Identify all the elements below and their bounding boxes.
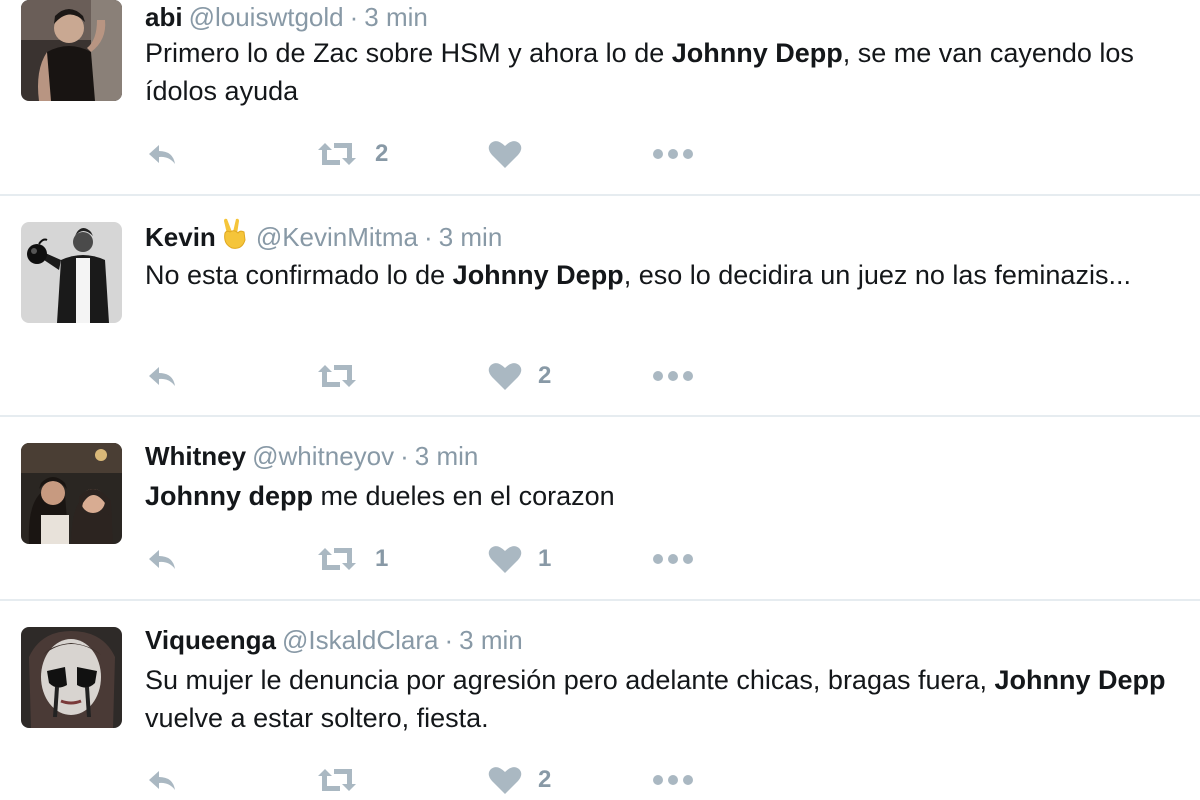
avatar-image [21, 0, 122, 101]
text-part: No esta confirmado lo de [145, 260, 453, 290]
tweet[interactable]: Viqueenga @IskaldClara · 3 min Su mujer le … [0, 601, 1200, 800]
tweet-header: abi @louiswtgold · 3 min [145, 0, 428, 34]
heart-icon [488, 546, 522, 573]
timestamp[interactable]: 3 min [459, 625, 523, 655]
reply-button[interactable] [145, 358, 179, 394]
timestamp[interactable]: 3 min [364, 2, 428, 32]
handle[interactable]: @louiswtgold [189, 2, 344, 32]
tweet-text: No esta confirmado lo de Johnny Depp, es… [145, 256, 1190, 294]
retweet-button[interactable]: 1 [315, 541, 388, 577]
avatar[interactable] [21, 443, 122, 544]
more-button[interactable] [652, 762, 694, 798]
retweet-count: 2 [375, 140, 389, 167]
avatar[interactable] [21, 0, 122, 101]
more-icon [653, 775, 693, 785]
text-part: , eso lo decidira un juez no las feminaz… [623, 260, 1131, 290]
tweet[interactable]: Whitney @whitneyov · 3 min Johnny depp me d… [0, 417, 1200, 601]
more-button[interactable] [652, 136, 694, 172]
text-part: vuelve a estar soltero, fiesta. [145, 703, 489, 733]
more-button[interactable] [652, 358, 694, 394]
reply-icon [149, 550, 175, 569]
heart-icon [488, 363, 522, 390]
more-icon [653, 149, 693, 159]
like-button[interactable] [488, 136, 538, 172]
retweet-button[interactable] [315, 762, 375, 798]
retweet-icon [318, 143, 356, 165]
avatar-image [21, 627, 122, 728]
retweet-icon [318, 769, 356, 791]
like-count: 1 [538, 545, 552, 572]
avatar-image [21, 222, 122, 323]
tweet-actions: 1 1 [145, 541, 745, 577]
reply-icon [149, 771, 175, 790]
heart-icon [488, 141, 522, 168]
avatar[interactable] [21, 222, 122, 323]
display-name[interactable]: Whitney [145, 441, 246, 471]
highlight-text: Johnny depp [145, 481, 313, 511]
retweet-icon [318, 365, 356, 387]
like-count: 2 [538, 766, 552, 793]
display-name[interactable]: abi [145, 2, 183, 32]
separator: · [349, 2, 359, 32]
handle[interactable]: @whitneyov [252, 441, 394, 471]
tweet-header: Viqueenga @IskaldClara · 3 min [145, 623, 523, 657]
retweet-button[interactable]: 2 [315, 136, 388, 172]
tweet-actions: 2 [145, 358, 745, 394]
like-count: 2 [538, 362, 552, 389]
tweet-actions: 2 [145, 762, 745, 798]
like-button[interactable]: 2 [488, 358, 551, 394]
display-name[interactable]: Kevin [145, 222, 216, 252]
tweet-header: Kevin @KevinMitma · 3 min [145, 218, 502, 252]
reply-icon [149, 367, 175, 386]
handle[interactable]: @IskaldClara [282, 625, 438, 655]
retweet-button[interactable] [315, 358, 375, 394]
like-button[interactable]: 1 [488, 541, 551, 577]
more-button[interactable] [652, 541, 694, 577]
timestamp[interactable]: 3 min [415, 441, 479, 471]
reply-button[interactable] [145, 541, 179, 577]
retweet-icon [318, 548, 356, 570]
separator: · [444, 625, 454, 655]
separator: · [400, 441, 409, 471]
tweet-text: Primero lo de Zac sobre HSM y ahora lo d… [145, 34, 1190, 110]
tweet[interactable]: Kevin @KevinMitma · 3 min No esta confirmad… [0, 196, 1200, 417]
reply-button[interactable] [145, 136, 179, 172]
tweet[interactable]: abi @louiswtgold · 3 min Primero lo de Zac … [0, 0, 1200, 196]
highlight-text: Johnny Depp [452, 260, 624, 290]
tweet-text: Su mujer le denuncia por agresión pero a… [145, 661, 1190, 737]
tweet-actions: 2 [145, 136, 745, 172]
highlight-text: Johnny Depp [994, 665, 1166, 695]
timestamp[interactable]: 3 min [439, 222, 503, 252]
text-part: Su mujer le denuncia por agresión pero a… [145, 665, 995, 695]
text-part: Primero lo de Zac sobre HSM y ahora lo d… [145, 38, 672, 68]
text-part: me dueles en el corazon [313, 481, 615, 511]
handle[interactable]: @KevinMitma [256, 222, 418, 252]
tweet-header: Whitney @whitneyov · 3 min [145, 439, 478, 473]
retweet-count: 1 [375, 545, 389, 572]
highlight-text: Johnny Depp [671, 38, 843, 68]
like-button[interactable]: 2 [488, 762, 551, 798]
heart-icon [488, 767, 522, 794]
separator: · [424, 222, 433, 252]
victory-hand-emoji [220, 218, 250, 258]
display-name[interactable]: Viqueenga [145, 625, 276, 655]
tweet-text: Johnny depp me dueles en el corazon [145, 477, 1190, 515]
avatar[interactable] [21, 627, 122, 728]
reply-icon [149, 145, 175, 164]
reply-button[interactable] [145, 762, 179, 798]
more-icon [653, 554, 693, 564]
timeline: abi @louiswtgold · 3 min Primero lo de Zac … [0, 0, 1200, 800]
avatar-image [21, 443, 122, 544]
more-icon [653, 371, 693, 381]
